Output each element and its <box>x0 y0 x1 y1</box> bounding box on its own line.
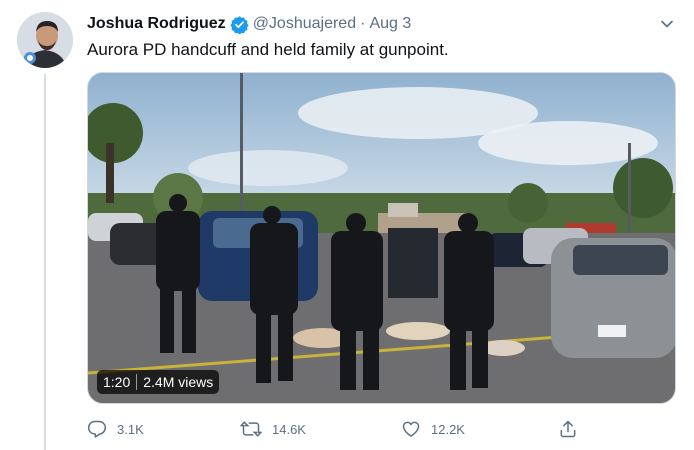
avatar[interactable] <box>17 12 73 68</box>
tweet-text: Aurora PD handcuff and held family at gu… <box>87 40 449 59</box>
heart-icon <box>402 421 420 437</box>
video-info-badge: 1:20 2.4M views <box>97 370 220 394</box>
video-player[interactable] <box>87 72 676 404</box>
reply-button[interactable]: 3.1K <box>87 418 144 440</box>
reply-icon <box>87 420 107 438</box>
share-button[interactable] <box>558 418 588 440</box>
badge-divider <box>136 374 138 390</box>
retweet-count: 14.6K <box>272 421 306 437</box>
like-count: 12.2K <box>431 421 465 437</box>
share-icon <box>560 420 576 438</box>
reply-count: 3.1K <box>117 421 144 437</box>
retweet-icon <box>240 421 262 437</box>
video-views: 2.4M views <box>143 374 214 390</box>
thread-line <box>44 74 46 450</box>
author-handle[interactable]: @Joshuajered <box>253 15 356 33</box>
author-name[interactable]: Joshua Rodriguez <box>87 15 226 33</box>
like-button[interactable]: 12.2K <box>401 418 465 440</box>
chevron-down-icon[interactable] <box>657 14 677 34</box>
tweet-header: Joshua Rodriguez @Joshuajered · Aug 3 <box>87 13 411 35</box>
separator-dot: · <box>360 15 366 32</box>
retweet-button[interactable]: 14.6K <box>240 418 306 440</box>
tweet-actions: 3.1K 14.6K 12.2K <box>87 418 587 440</box>
verified-badge-icon <box>230 15 249 34</box>
tweet-date[interactable]: Aug 3 <box>369 15 411 33</box>
video-duration: 1:20 <box>103 374 131 390</box>
